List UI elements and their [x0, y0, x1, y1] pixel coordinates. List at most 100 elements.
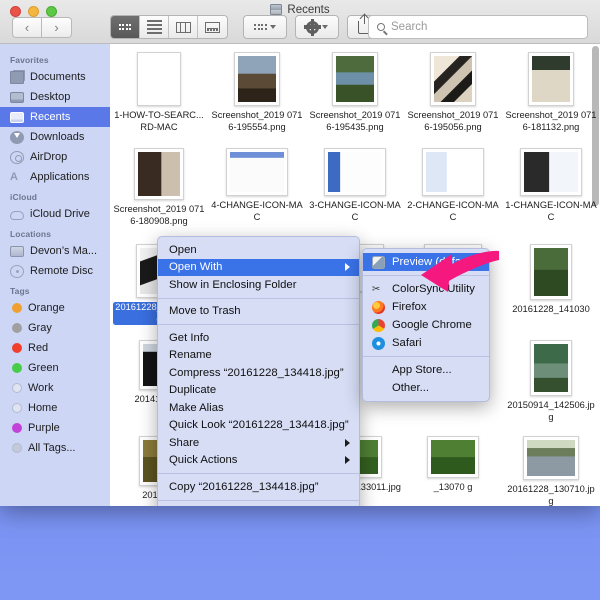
applications-icon: A — [10, 170, 18, 183]
column-view-button[interactable] — [169, 16, 198, 38]
airdrop-icon — [10, 150, 24, 164]
file-name-label: Screenshot_2019 0716-181132.png — [505, 110, 597, 132]
colorsync-app-icon: ✂ — [372, 283, 381, 295]
submenu-arrow-icon — [345, 438, 350, 447]
column-view-icon — [175, 21, 191, 33]
context-menu-item[interactable]: Duplicate — [158, 382, 359, 400]
sidebar: Favorites Documents Desktop Recents Download… — [0, 44, 110, 506]
back-button[interactable]: ‹ — [12, 17, 42, 38]
sidebar-item-green[interactable]: Green — [0, 358, 110, 378]
submenu-arrow-icon — [345, 456, 350, 465]
tag-dot-icon — [12, 383, 22, 393]
submenu-item[interactable]: Firefox — [363, 298, 489, 316]
file-thumbnail — [520, 148, 582, 196]
hard-disk-icon — [10, 246, 24, 257]
chevron-down-icon — [269, 25, 276, 29]
file-thumbnail — [134, 148, 184, 200]
gallery-view-button[interactable] — [198, 16, 227, 38]
file-name-label: 4-CHANGE-ICON-MAC — [211, 200, 303, 222]
context-menu-item-label: Move to Trash — [169, 305, 241, 318]
sidebar-item-gray[interactable]: Gray — [0, 318, 110, 338]
sidebar-item-downloads[interactable]: Downloads — [0, 127, 110, 147]
context-menu-item[interactable]: Make Alias — [158, 399, 359, 417]
search-input[interactable]: Search — [368, 15, 588, 39]
abstract-bw-thumb — [434, 56, 472, 102]
sidebar-item-purple[interactable]: Purple — [0, 418, 110, 438]
submenu-item[interactable]: Safari — [363, 334, 489, 352]
remote-disc-icon — [10, 264, 24, 278]
context-menu-item[interactable]: Get Info — [158, 329, 359, 347]
context-menu-item-label: Quick Look “20161228_134418.jpg” — [169, 419, 349, 432]
file-cell[interactable]: 3-CHANGE-ICON-MAC — [306, 144, 404, 240]
menu-separator — [158, 473, 359, 474]
context-menu[interactable]: Open Open With Show in Enclosing Folder Mov… — [157, 236, 360, 506]
context-menu-item[interactable]: Move to Trash — [158, 303, 359, 321]
sidebar-item-icloud-drive[interactable]: iCloud Drive — [0, 204, 110, 224]
file-cell[interactable]: 4-CHANGE-ICON-MAC — [208, 144, 306, 240]
file-cell[interactable]: 1-CHANGE-ICON-MAC — [502, 144, 600, 240]
submenu-item[interactable]: Google Chrome — [363, 316, 489, 334]
context-menu-item[interactable]: Open — [158, 241, 359, 259]
context-menu-item[interactable]: Rename — [158, 347, 359, 365]
context-menu-item[interactable]: Open With — [158, 258, 359, 276]
sidebar-item-home[interactable]: Home — [0, 398, 110, 418]
file-cell[interactable]: Screenshot_2019 0716-180908.png — [110, 144, 208, 240]
file-cell[interactable]: _13070 g — [404, 432, 502, 506]
context-menu-item[interactable]: Quick Look “20161228_134418.jpg” — [158, 417, 359, 435]
sidebar-item-orange[interactable]: Orange — [0, 298, 110, 318]
file-cell[interactable]: Screenshot_2019 0716-195056.png — [404, 48, 502, 144]
icon-view-button[interactable] — [111, 16, 140, 38]
sidebar-item-work[interactable]: Work — [0, 378, 110, 398]
sidebar-section-header: Favorites — [10, 55, 49, 65]
file-cell[interactable]: 20161228_141030 — [502, 240, 600, 336]
file-thumbnail — [226, 148, 288, 196]
tag-dot-icon — [12, 423, 22, 433]
action-menu-button[interactable] — [295, 15, 339, 39]
forest-thumb — [534, 248, 568, 296]
sidebar-item-label: Gray — [28, 322, 52, 334]
sidebar-item-remote-disc[interactable]: Remote Disc — [0, 261, 110, 281]
sidebar-item-label: Green — [28, 362, 59, 374]
forward-button[interactable]: › — [42, 17, 72, 38]
firefox-app-icon — [372, 300, 385, 314]
submenu-item[interactable]: Other... — [363, 379, 489, 397]
list-view-icon — [146, 20, 162, 34]
context-menu-item[interactable]: Compress “20161228_134418.jpg” — [158, 364, 359, 382]
sidebar-item-desktop[interactable]: Desktop — [0, 87, 110, 107]
file-cell[interactable]: 20150914_142506.jpg — [502, 336, 600, 432]
file-cell[interactable]: Screenshot_2019 0716-181132.png — [502, 48, 600, 144]
file-thumbnail — [234, 52, 280, 106]
file-cell[interactable]: Screenshot_2019 0716-195435.png — [306, 48, 404, 144]
list-view-button[interactable] — [140, 16, 169, 38]
vertical-scrollbar[interactable] — [592, 46, 599, 206]
sidebar-item-documents[interactable]: Documents — [0, 67, 110, 87]
file-thumbnail — [528, 52, 574, 106]
submenu-item[interactable]: App Store... — [363, 361, 489, 379]
arrange-by-button[interactable] — [243, 15, 287, 39]
file-cell[interactable]: Screenshot_2019 0716-195554.png — [208, 48, 306, 144]
sidebar-item-all-tags[interactable]: All Tags... — [0, 438, 110, 458]
river-thumb — [527, 440, 575, 476]
sidebar-item-airdrop[interactable]: AirDrop — [0, 147, 110, 167]
context-menu-item[interactable]: Share — [158, 434, 359, 452]
sidebar-item-red[interactable]: Red — [0, 338, 110, 358]
context-menu-item-label: Open With — [169, 261, 223, 274]
file-cell[interactable]: 1-HOW-TO-SEARC...RD-MAC — [110, 48, 208, 144]
file-name-label: 1-CHANGE-ICON-MAC — [505, 200, 597, 222]
file-cell[interactable]: 2-CHANGE-ICON-MAC — [404, 144, 502, 240]
sidebar-item-devon-s-ma[interactable]: Devon’s Ma... — [0, 241, 110, 261]
context-menu-item-label: Rename — [169, 349, 212, 362]
sidebar-item-applications[interactable]: A Applications — [0, 167, 110, 187]
sidebar-item-label: Home — [28, 402, 58, 414]
context-menu-item[interactable]: Quick Actions — [158, 452, 359, 470]
file-thumbnail — [422, 148, 484, 196]
context-menu-item-label: Quick Actions — [169, 454, 238, 467]
context-menu-item-label: Duplicate — [169, 384, 217, 397]
sidebar-item-recents[interactable]: Recents — [0, 107, 110, 127]
sidebar-item-label: Orange — [28, 302, 65, 314]
chevron-down-icon — [322, 25, 328, 29]
context-menu-item[interactable]: Show in Enclosing Folder — [158, 276, 359, 294]
context-menu-item[interactable]: Use Groups — [158, 505, 359, 507]
file-cell[interactable]: 20161228_130710.jpg — [502, 432, 600, 506]
context-menu-item[interactable]: Copy “20161228_134418.jpg” — [158, 478, 359, 496]
